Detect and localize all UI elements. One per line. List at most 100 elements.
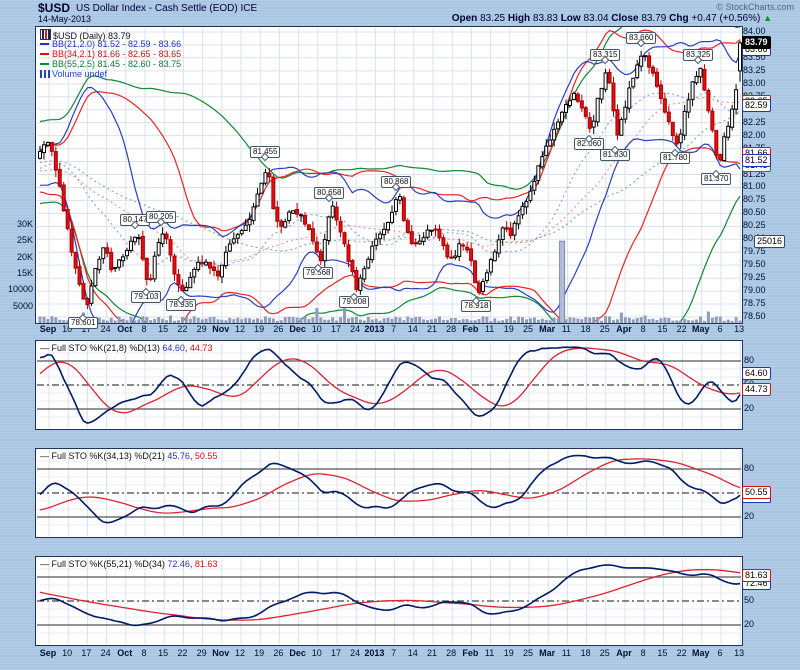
high-value: 83.83 [533,13,558,24]
stoch-axis-label: 20 [744,620,754,629]
y-axis-label: 83.00 [743,79,766,88]
y-axis-label: 80.50 [743,208,766,217]
stoch-value-box: 50.55 [742,486,771,499]
chg-label: Chg [669,13,688,24]
y-axis-label: 78.75 [743,299,766,308]
volume-axis-label: 5000 [0,302,33,311]
x-tick-label: 13 [722,648,756,659]
stoch-panel-2-legend: — Full STO %K(34,13) %D(21) 45.76, 50.55 [40,451,217,461]
volume-icon [40,70,50,78]
price-annotation: 80.658 [314,187,344,199]
stoch-value-box: 64.60 [742,367,771,380]
stoch-value-box: 44.73 [742,383,771,396]
line-swatch [40,43,49,45]
legend-text: BB(34,2.1) 81.66 - 82.65 - 83.65 [52,49,181,59]
price-value-box: 82.59 [742,99,771,112]
legend-text: Volume undef [52,69,107,79]
y-axis-label: 80.25 [743,221,766,230]
stoch-panel-2: — Full STO %K(34,13) %D(21) 45.76, 50.55 [35,448,743,538]
price-annotation: 80.868 [381,176,411,188]
price-annotation: 80.205 [146,211,176,223]
stoch-d-value: 44.73 [190,343,213,353]
symbol: $USD [38,1,70,15]
legend-text: BB(21,2.0) 81.52 - 82.59 - 83.66 [52,39,181,49]
stoch-k-value: 64.60 [162,343,185,353]
x-tick-label: 13 [722,324,756,335]
stoch-legend-row: — Full STO %K(34,13) %D(21) 45.76, 50.55 [40,451,217,461]
quote-summary: Open 83.25 High 83.83 Low 83.04 Close 83… [452,13,772,24]
high-label: High [508,13,530,24]
y-axis-label: 79.00 [743,286,766,295]
page-title: US Dollar Index - Cash Settle (EOD) ICE [76,3,257,14]
price-annotation: 79.568 [303,267,333,279]
legend-text: BB(55,2.5) 81.45 - 82.60 - 83.75 [52,59,181,69]
price-value-box: 81.52 [742,154,771,167]
y-axis-label: 78.50 [743,312,766,321]
chg-value: +0.47 (+0.56%) [691,13,760,24]
copyright: © StockCharts.com [716,2,794,12]
line-swatch [40,63,49,65]
price-annotation: 83.660 [626,32,656,44]
price-annotation: 81.455 [250,146,280,158]
stoch-k-value: 72.46 [167,559,190,569]
price-annotation: 81.780 [660,152,690,164]
legend-row: Volume undef [40,69,181,79]
y-axis-label: 80.75 [743,195,766,204]
stoch-panel-1: — Full STO %K(21,8) %D(13) 64.60, 44.73 [35,340,743,430]
low-value: 83.04 [583,13,608,24]
y-axis-label: 82.25 [743,118,766,127]
chart-date: 14-May-2013 [38,14,91,24]
stoch-panel-1-canvas [36,341,742,429]
stoch-panel-3-legend: — Full STO %K(55,21) %D(34) 72.46, 81.63 [40,559,217,569]
legend-row: BB(34,2.1) 81.66 - 82.65 - 83.65 [40,49,181,59]
stoch-k-value: 45.76 [167,451,190,461]
close-value: 83.79 [641,13,666,24]
price-annotation: 82.060 [574,138,604,150]
price-annotation: 78.601 [68,317,98,329]
price-annotation: 78.918 [461,300,491,312]
stoch-legend-row: — Full STO %K(55,21) %D(34) 72.46, 81.63 [40,559,217,569]
stoch-d-value: 50.55 [195,451,218,461]
stoch-axis-label: 20 [744,404,754,413]
stoch-axis-label: 50 [744,596,754,605]
stoch-panel-3-canvas [36,557,742,645]
price-annotation: 78.935 [166,299,196,311]
price-annotation: 81.370 [701,173,731,185]
price-annotation: 83.315 [590,49,620,61]
y-axis-label: 83.25 [743,66,766,75]
stoch-axis-label: 80 [744,464,754,473]
y-axis-label: 79.25 [743,273,766,282]
open-label: Open [452,13,478,24]
legend-row: BB(21,2.0) 81.52 - 82.59 - 83.66 [40,39,181,49]
volume-axis-label: 10000 [0,285,33,294]
y-axis-label: 79.75 [743,247,766,256]
volume-axis-label: 25K [0,236,33,245]
stoch-panel-3: — Full STO %K(55,21) %D(34) 72.46, 81.63 [35,556,743,646]
stoch-panel-1-legend: — Full STO %K(21,8) %D(13) 64.60, 44.73 [40,343,212,353]
price-annotation: 79.008 [339,296,369,308]
stoch-legend-text: — Full STO %K(55,21) %D(34) [40,559,167,569]
line-swatch [40,53,49,55]
volume-axis-label: 20K [0,253,33,262]
price-chart-frame: $USD (Daily) 83.79BB(21,2.0) 81.52 - 82.… [35,26,743,324]
volume-axis-label: 30K [0,220,33,229]
low-label: Low [561,13,581,24]
stoch-value-box: 81.63 [742,569,771,582]
price-annotation: 83.325 [683,49,713,61]
stoch-d-value: 81.63 [195,559,218,569]
price-annotation: 81.830 [600,149,630,161]
volume-value-box: 25016 [754,235,785,248]
stoch-legend-text: — Full STO %K(21,8) %D(13) [40,343,162,353]
y-axis-label: 82.00 [743,131,766,140]
y-axis-label: 84.00 [743,27,766,36]
y-axis-label: 81.00 [743,182,766,191]
close-label: Close [611,13,638,24]
stoch-legend-row: — Full STO %K(21,8) %D(13) 64.60, 44.73 [40,343,212,353]
legend-row: $USD (Daily) 83.79 [40,29,181,39]
legend-row: BB(55,2.5) 81.45 - 82.60 - 83.75 [40,59,181,69]
stoch-panel-2-canvas [36,449,742,537]
price-value-box: 83.79 [742,36,771,49]
up-arrow-icon: ▲ [763,13,772,23]
price-chart-legend: $USD (Daily) 83.79BB(21,2.0) 81.52 - 82.… [40,29,181,79]
stockcharts-chart-page: $USD US Dollar Index - Cash Settle (EOD)… [0,0,800,670]
